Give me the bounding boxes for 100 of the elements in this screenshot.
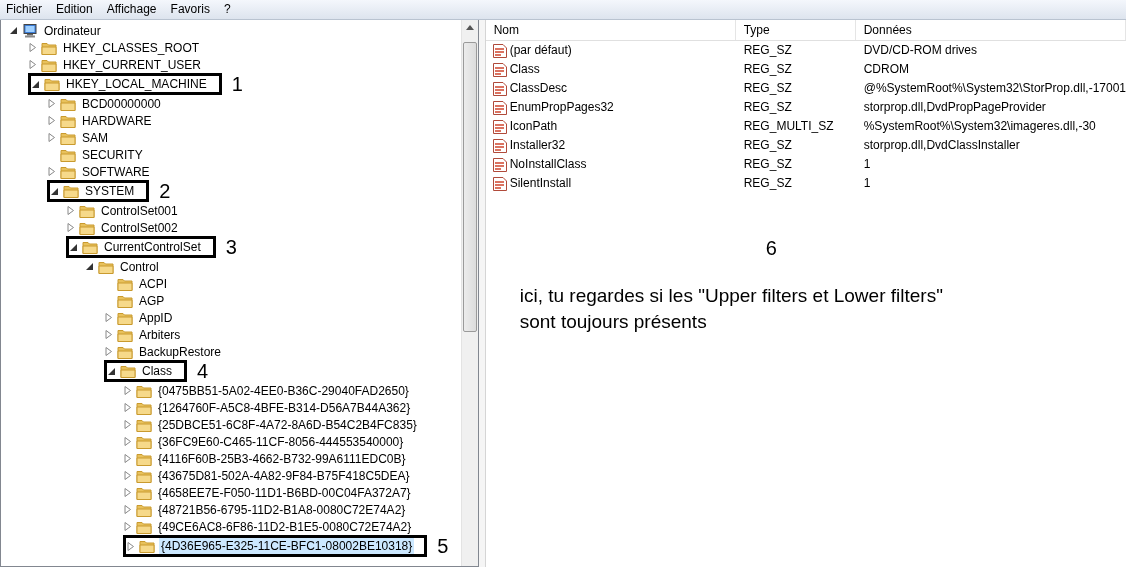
- tree-item[interactable]: {49CE6AC8-6F86-11D2-B1E5-0080C72E74A2}: [156, 518, 414, 535]
- collapsed-arrow-icon[interactable]: [123, 471, 132, 480]
- value-name[interactable]: SilentInstall: [509, 174, 572, 193]
- collapsed-arrow-icon[interactable]: [47, 116, 56, 125]
- collapsed-arrow-icon[interactable]: [123, 420, 132, 429]
- collapsed-arrow-icon[interactable]: [123, 488, 132, 497]
- value-name[interactable]: (par défaut): [509, 41, 572, 60]
- menu-item[interactable]: Favoris: [170, 0, 210, 19]
- expanded-arrow-icon[interactable]: [69, 242, 78, 252]
- tree-item[interactable]: HKEY_CURRENT_USER: [61, 56, 204, 73]
- collapsed-arrow-icon[interactable]: [66, 206, 75, 215]
- string-value-icon: [491, 137, 508, 154]
- string-value-icon: [491, 42, 508, 59]
- annotation-note: ici, tu regardes si les "Upper filters et Lower filters" sont toujours présents: [519, 284, 944, 334]
- scroll-up-icon[interactable]: [465, 25, 474, 30]
- value-name[interactable]: NoInstallClass: [509, 155, 587, 174]
- collapsed-arrow-icon[interactable]: [104, 347, 113, 356]
- value-type: REG_SZ: [742, 61, 793, 78]
- value-data: storprop.dll,DvdPropPageProvider: [862, 99, 1047, 116]
- value-name[interactable]: ClassDesc: [509, 79, 568, 98]
- annotation-number: 5: [437, 537, 449, 555]
- tree-item[interactable]: {0475BB51-5A02-4EE0-B36C-29040FAD2650}: [156, 382, 411, 399]
- value-type: REG_SZ: [742, 99, 793, 116]
- collapsed-arrow-icon[interactable]: [123, 505, 132, 514]
- scrollbar[interactable]: [460, 20, 478, 566]
- tree-item[interactable]: HARDWARE: [80, 112, 154, 129]
- tree-item[interactable]: ControlSet001: [99, 202, 180, 219]
- folder-icon: [60, 147, 76, 162]
- scroll-thumb[interactable]: [462, 42, 477, 332]
- tree-item[interactable]: ACPI: [137, 275, 169, 292]
- folder-icon: [60, 113, 76, 128]
- folder-icon: [136, 400, 152, 415]
- folder-icon: [136, 485, 152, 500]
- folder-icon: [136, 383, 152, 398]
- tree-item[interactable]: HKEY_CLASSES_ROOT: [61, 39, 202, 56]
- tree-item[interactable]: SECURITY: [80, 146, 145, 163]
- tree-item[interactable]: {36FC9E60-C465-11CF-8056-444553540000}: [156, 433, 406, 450]
- collapsed-arrow-icon[interactable]: [123, 386, 132, 395]
- collapsed-arrow-icon[interactable]: [28, 60, 37, 69]
- collapsed-arrow-icon[interactable]: [28, 43, 37, 52]
- folder-icon: [44, 77, 60, 91]
- menu-item[interactable]: Affichage: [106, 0, 157, 19]
- menu-item[interactable]: Edition: [56, 0, 93, 19]
- collapsed-arrow-icon[interactable]: [123, 522, 132, 531]
- tree-item[interactable]: SOFTWARE: [80, 163, 152, 180]
- collapsed-arrow-icon[interactable]: [104, 330, 113, 339]
- collapsed-arrow-icon[interactable]: [126, 541, 135, 551]
- tree-item[interactable]: AppID: [137, 309, 175, 326]
- tree-item[interactable]: HKEY_LOCAL_MACHINE: [64, 76, 209, 92]
- column-header[interactable]: Nom: [485, 20, 736, 40]
- folder-icon: [41, 40, 57, 55]
- value-data: DVD/CD-ROM drives: [862, 42, 979, 59]
- tree-item[interactable]: SAM: [80, 129, 110, 146]
- tree-item[interactable]: {25DBCE51-6C8F-4A72-8A6D-B54C2B4FC835}: [156, 416, 419, 433]
- tree-item[interactable]: ControlSet002: [99, 219, 180, 236]
- collapsed-arrow-icon[interactable]: [47, 133, 56, 142]
- tree-item[interactable]: BCD00000000: [80, 95, 163, 112]
- folder-icon: [136, 434, 152, 449]
- value-data: @%SystemRoot%\System32\StorProp.dll,-17001: [862, 80, 1126, 97]
- string-value-icon: [491, 80, 508, 97]
- annotation-number: 1: [231, 75, 243, 93]
- column-header[interactable]: Données: [855, 20, 1126, 40]
- collapsed-arrow-icon[interactable]: [123, 403, 132, 412]
- menu-item[interactable]: Fichier: [6, 0, 42, 19]
- tree-item[interactable]: {1264760F-A5C8-4BFE-B314-D56A7B44A362}: [156, 399, 413, 416]
- tree-item[interactable]: Arbiters: [137, 326, 183, 343]
- tree-item[interactable]: {4D36E965-E325-11CE-BFC1-08002BE10318}: [159, 538, 415, 554]
- collapsed-arrow-icon[interactable]: [47, 99, 56, 108]
- folder-icon: [60, 164, 76, 179]
- collapsed-arrow-icon[interactable]: [104, 313, 113, 322]
- tree-item[interactable]: CurrentControlSet: [102, 239, 203, 255]
- column-header[interactable]: Type: [735, 20, 856, 40]
- collapsed-arrow-icon[interactable]: [123, 454, 132, 463]
- string-value-icon: [491, 156, 508, 173]
- tree-item[interactable]: SYSTEM: [83, 183, 137, 199]
- tree-item[interactable]: {4116F60B-25B3-4662-B732-99A6111EDC0B}: [156, 450, 408, 467]
- collapsed-arrow-icon[interactable]: [66, 223, 75, 232]
- value-name[interactable]: IconPath: [509, 117, 558, 136]
- collapsed-arrow-icon[interactable]: [47, 167, 56, 176]
- value-type: REG_MULTI_SZ: [742, 118, 835, 135]
- tree-item[interactable]: AGP: [137, 292, 167, 309]
- menu-item[interactable]: ?: [223, 0, 231, 19]
- expanded-arrow-icon[interactable]: [31, 79, 40, 89]
- folder-icon: [63, 184, 79, 198]
- expanded-arrow-icon[interactable]: [107, 366, 116, 376]
- expanded-arrow-icon[interactable]: [85, 262, 94, 271]
- tree-item[interactable]: {4658EE7E-F050-11D1-B6BD-00C04FA372A7}: [156, 484, 413, 501]
- tree-item[interactable]: Ordinateur: [42, 22, 103, 39]
- string-value-icon: [491, 99, 508, 116]
- value-name[interactable]: Installer32: [509, 136, 566, 155]
- value-name[interactable]: EnumPropPages32: [509, 98, 614, 117]
- tree-item[interactable]: Class: [140, 363, 174, 379]
- tree-item[interactable]: {43675D81-502A-4A82-9F84-B75F418C5DEA}: [156, 467, 412, 484]
- expanded-arrow-icon[interactable]: [50, 186, 59, 196]
- value-name[interactable]: Class: [509, 60, 540, 79]
- tree-item[interactable]: BackupRestore: [137, 343, 224, 360]
- expanded-arrow-icon[interactable]: [9, 26, 18, 35]
- tree-item[interactable]: {48721B56-6795-11D2-B1A8-0080C72E74A2}: [156, 501, 408, 518]
- collapsed-arrow-icon[interactable]: [123, 437, 132, 446]
- tree-item[interactable]: Control: [118, 258, 161, 275]
